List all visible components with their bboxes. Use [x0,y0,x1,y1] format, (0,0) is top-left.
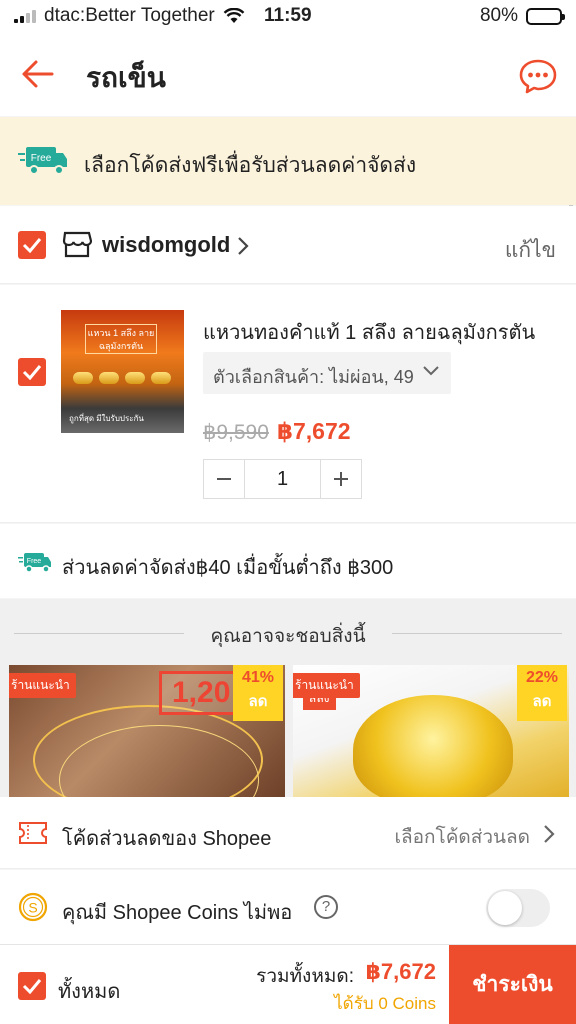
page-title: รถเข็น [86,62,166,93]
shop-row: wisdomgold แก้ไข [0,206,576,284]
help-icon[interactable]: ? [314,895,338,919]
shop-icon [62,231,92,258]
recommendations-header: คุณอาจจะชอบสิ่งนี้ [0,599,576,665]
recommendations-list: 1,20 ร้านแนะนำ 41% ลด สลึง ร้านแนะนำ 22%… [0,665,576,797]
free-shipping-truck-icon: Free [18,553,51,573]
edit-button[interactable]: แก้ไข [505,234,556,267]
discount-badge: 41% ลด [233,665,283,721]
chat-icon[interactable] [518,56,558,96]
variant-label: ตัวเลือกสินค้า: ไม่ผ่อน, 49 [213,367,414,387]
wifi-icon [223,8,245,23]
coins-earned: ได้รับ 0 Coins [334,994,436,1013]
product-image-caption: ถูกที่สุด มีใบรับประกัน [69,414,144,423]
increase-button[interactable] [321,460,361,498]
select-voucher-link[interactable]: เลือกโค้ดส่วนลด [394,822,530,852]
product-image-tag: แหวน 1 สลึง ลายฉลุมังกรตัน [85,324,157,354]
free-shipping-truck-icon: Free [18,147,67,175]
status-bar: dtac:Better Together 11:59 80% [0,0,576,32]
total-value: ฿7,672 [365,959,436,984]
free-shipping-text: เลือกโค้ดส่งฟรีเพื่อรับส่วนลดค่าจัดส่ง [84,154,417,177]
sale-price: ฿7,672 [277,418,351,444]
decrease-button[interactable] [204,460,244,498]
chevron-down-icon [423,366,439,376]
clock: 11:59 [264,5,312,26]
free-badge: Free [27,558,42,565]
free-badge: Free [31,153,52,164]
coins-toggle[interactable] [486,889,550,927]
checkout-bar: ทั้งหมด รวมทั้งหมด: ฿7,672 ได้รับ 0 Coin… [0,944,576,1024]
battery-icon [526,7,565,25]
recommended-shop-badge: ร้านแนะนำ [9,673,76,698]
carrier-name: dtac:Better Together [44,5,215,26]
recommended-product-card[interactable]: สลึง ร้านแนะนำ 22% ลด [293,665,569,797]
app-header: รถเข็น [0,32,576,116]
shopee-voucher-row[interactable]: โค้ดส่วนลดของ Shopee เลือกโค้ดส่วนลด [0,797,576,869]
select-all-label[interactable]: ทั้งหมด [58,975,120,1007]
variant-selector[interactable]: ตัวเลือกสินค้า: ไม่ผ่อน, 49 [203,352,451,394]
total-label: รวมทั้งหมด: [256,966,354,987]
coin-icon: S [18,892,48,922]
item-checkbox[interactable] [18,358,46,386]
battery-percent: 80% [479,5,518,26]
cart-item: แหวน 1 สลึง ลายฉลุมังกรตัน ถูกที่สุด มีใ… [0,285,576,523]
recommended-product-card[interactable]: 1,20 ร้านแนะนำ 41% ลด [9,665,285,797]
shop-name[interactable]: wisdomgold [102,232,230,258]
back-arrow-icon[interactable] [18,54,58,94]
svg-text:S: S [28,900,37,916]
chevron-right-icon[interactable] [236,236,250,256]
voucher-label: โค้ดส่วนลดของ Shopee [62,828,272,850]
chevron-right-icon[interactable] [542,824,556,844]
plus-icon [334,472,348,486]
shopee-coins-row: S คุณมี Shopee Coins ไม่พอ ? [0,870,576,944]
free-shipping-banner[interactable]: Free เลือกโค้ดส่งฟรีเพื่อรับส่วนลดค่าจัด… [0,117,576,205]
recommended-shop-badge: ร้านแนะนำ [293,673,360,698]
voucher-icon [19,822,47,844]
checkout-button[interactable]: ชำระเงิน [449,945,576,1024]
shipping-discount-row[interactable]: Free ส่วนลดค่าจัดส่ง฿40 เมื่อขั้นต่ำถึง … [0,524,576,598]
check-icon [22,238,42,253]
recommendations-title: คุณอาจจะชอบสิ่งนี้ [210,626,366,647]
select-all-checkbox[interactable] [18,972,46,1000]
minus-icon [217,478,231,480]
original-price: ฿9,590 [203,421,269,444]
check-icon [22,365,42,380]
quantity-stepper: 1 [203,459,362,499]
signal-icon [14,9,36,23]
quantity-input[interactable]: 1 [244,460,321,498]
discount-badge: 22% ลด [517,665,567,721]
coins-label: คุณมี Shopee Coins ไม่พอ [62,902,293,924]
shop-checkbox[interactable] [18,231,46,259]
product-name[interactable]: แหวนทองคำแท้ 1 สลึง ลายฉลุมังกรตัน [203,316,535,348]
shipping-discount-text: ส่วนลดค่าจัดส่ง฿40 เมื่อขั้นต่ำถึง ฿300 [62,557,394,579]
check-icon [22,979,42,994]
product-image[interactable]: แหวน 1 สลึง ลายฉลุมังกรตัน ถูกที่สุด มีใ… [61,310,184,433]
